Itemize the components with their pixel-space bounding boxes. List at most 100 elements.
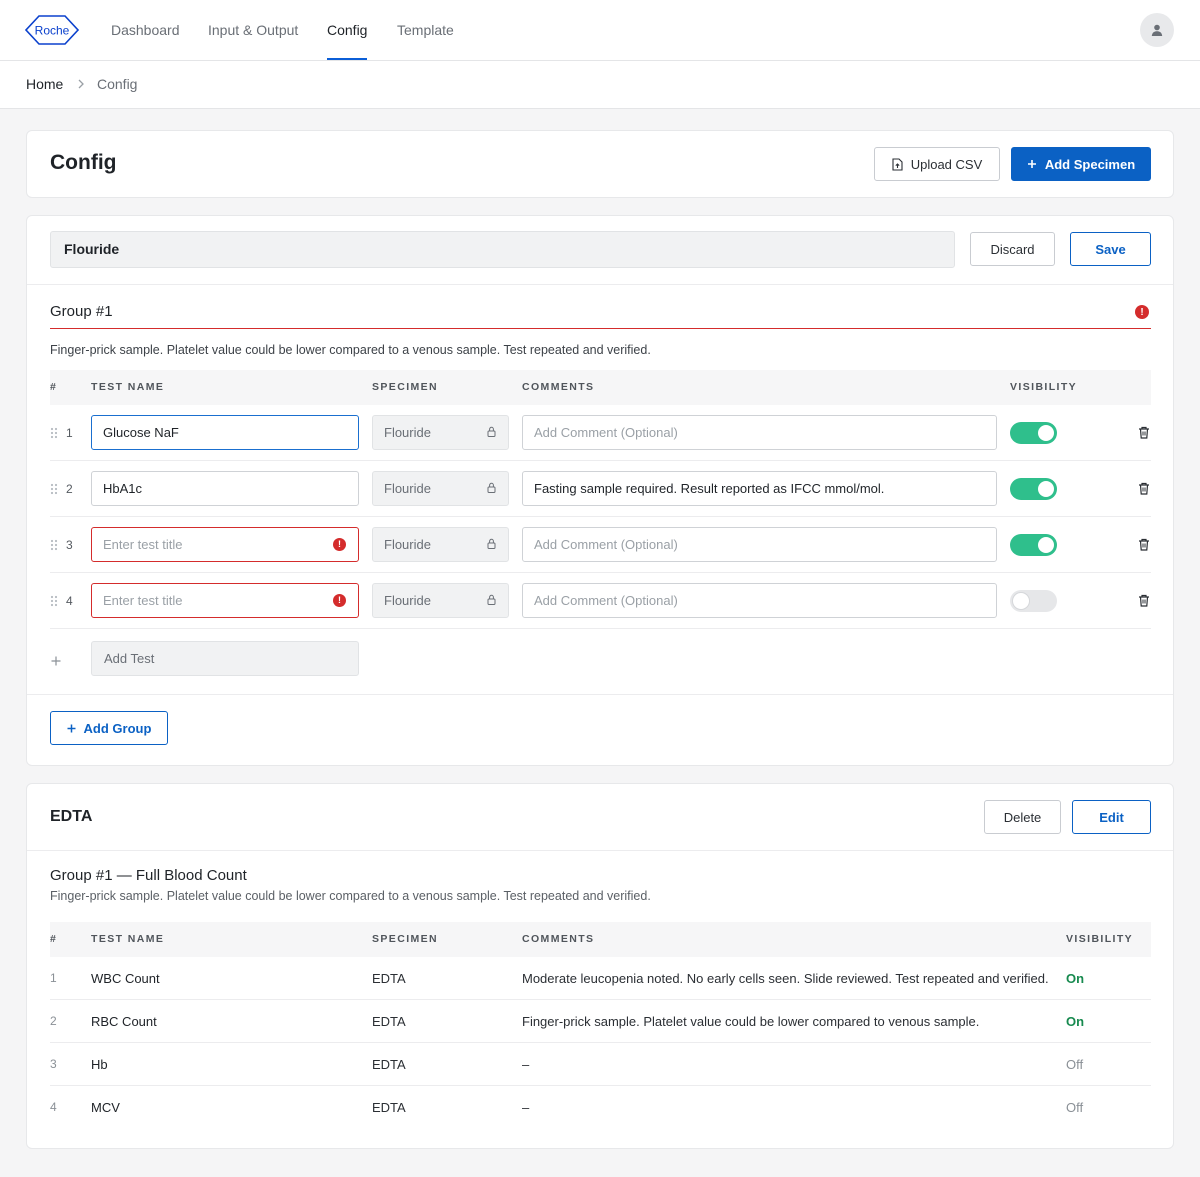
- group-description: Finger-prick sample. Platelet value coul…: [50, 889, 651, 903]
- roche-logo[interactable]: Roche: [25, 15, 79, 45]
- trash-icon[interactable]: [1138, 538, 1150, 551]
- specimen-field: Flouride: [372, 471, 509, 506]
- group-title: Group #1 — Full Blood Count: [50, 867, 247, 884]
- test-name-placeholder: Enter test title: [103, 593, 183, 608]
- user-icon: [1151, 24, 1163, 36]
- specimen-name-input[interactable]: Flouride: [50, 231, 955, 268]
- save-button[interactable]: Save: [1070, 232, 1151, 266]
- table-row: 3 Enter test title ! Flouride Add Commen…: [50, 517, 1151, 573]
- add-specimen-button[interactable]: Add Specimen: [1011, 147, 1151, 181]
- comment-input[interactable]: Add Comment (Optional): [522, 583, 997, 618]
- table-header: # TEST NAME SPECIMEN COMMENTS VISIBILITY: [50, 370, 1151, 405]
- lock-icon: [487, 426, 496, 437]
- col-test-name: TEST NAME: [91, 381, 165, 393]
- add-group-button[interactable]: Add Group: [50, 711, 168, 745]
- delete-button[interactable]: Delete: [984, 800, 1061, 834]
- tab-input-output[interactable]: Input & Output: [208, 0, 298, 60]
- col-comments: COMMENTS: [522, 933, 595, 945]
- divider: [27, 850, 1173, 851]
- visibility-toggle[interactable]: [1010, 590, 1057, 612]
- plus-icon: [67, 724, 76, 733]
- lock-icon: [487, 538, 496, 549]
- table-row: 3 Hb EDTA – Off: [50, 1043, 1151, 1086]
- group-title: Group #1: [50, 303, 113, 320]
- specimen-field: Flouride: [372, 583, 509, 618]
- visibility-toggle[interactable]: [1010, 478, 1057, 500]
- error-icon: !: [333, 538, 346, 551]
- specimen-title: EDTA: [50, 808, 93, 825]
- visibility-toggle[interactable]: [1010, 534, 1057, 556]
- row-number: 1: [66, 426, 73, 440]
- edit-button[interactable]: Edit: [1072, 800, 1151, 834]
- drag-handle-icon[interactable]: [50, 539, 58, 551]
- specimen-view-card: EDTA Delete Edit Group #1 — Full Blood C…: [26, 783, 1174, 1149]
- row-number: 4: [66, 594, 73, 608]
- specimen-value: EDTA: [372, 1057, 406, 1072]
- error-icon: !: [333, 594, 346, 607]
- col-test-name: TEST NAME: [91, 933, 165, 945]
- visibility-toggle[interactable]: [1010, 422, 1057, 444]
- comment-text: –: [522, 1100, 530, 1115]
- specimen-field: Flouride: [372, 415, 509, 450]
- toggle-knob: [1013, 593, 1029, 609]
- upload-csv-label: Upload CSV: [910, 156, 983, 172]
- page-title: Config: [50, 151, 117, 174]
- plus-icon[interactable]: [51, 656, 61, 666]
- row-number: 1: [50, 971, 57, 985]
- drag-handle-icon[interactable]: [50, 483, 58, 495]
- drag-handle-icon[interactable]: [50, 595, 58, 607]
- group-error-underline: [50, 328, 1151, 329]
- specimen-value: Flouride: [384, 537, 431, 552]
- comment-text: Moderate leucopenia noted. No early cell…: [522, 971, 1049, 986]
- avatar[interactable]: [1140, 13, 1174, 47]
- svg-text:Roche: Roche: [35, 24, 70, 38]
- test-name-input[interactable]: Enter test title !: [91, 583, 359, 618]
- trash-icon[interactable]: [1138, 482, 1150, 495]
- col-specimen: SPECIMEN: [372, 933, 439, 945]
- specimen-value: Flouride: [384, 425, 431, 440]
- chevron-right-icon: [78, 79, 84, 89]
- specimen-value: EDTA: [372, 1100, 406, 1115]
- group-description: Finger-prick sample. Platelet value coul…: [50, 343, 651, 357]
- add-test-input[interactable]: Add Test: [91, 641, 359, 676]
- col-visibility: VISIBILITY: [1066, 933, 1134, 945]
- row-number: 2: [66, 482, 73, 496]
- col-num: #: [50, 933, 58, 945]
- comment-input[interactable]: Fasting sample required. Result reported…: [522, 471, 997, 506]
- trash-icon[interactable]: [1138, 594, 1150, 607]
- col-specimen: SPECIMEN: [372, 381, 439, 393]
- comment-input[interactable]: Add Comment (Optional): [522, 527, 997, 562]
- test-name-placeholder: Enter test title: [103, 537, 183, 552]
- comment-input[interactable]: Add Comment (Optional): [522, 415, 997, 450]
- test-name: Hb: [91, 1057, 108, 1072]
- table-row: 1 WBC Count EDTA Moderate leucopenia not…: [50, 957, 1151, 1000]
- lock-icon: [487, 594, 496, 605]
- tab-dashboard[interactable]: Dashboard: [111, 0, 180, 60]
- breadcrumb-current: Config: [97, 76, 138, 92]
- table-row: 2 RBC Count EDTA Finger-prick sample. Pl…: [50, 1000, 1151, 1043]
- discard-button[interactable]: Discard: [970, 232, 1055, 266]
- tab-config[interactable]: Config: [327, 0, 368, 60]
- tab-template[interactable]: Template: [397, 0, 454, 60]
- table-row: 4 Enter test title ! Flouride Add Commen…: [50, 573, 1151, 629]
- comment-text: –: [522, 1057, 530, 1072]
- row-number: 4: [50, 1100, 57, 1114]
- test-name-input[interactable]: Glucose NaF: [91, 415, 359, 450]
- drag-handle-icon[interactable]: [50, 427, 58, 439]
- lock-icon: [487, 482, 496, 493]
- toggle-knob: [1038, 425, 1054, 441]
- trash-icon[interactable]: [1138, 426, 1150, 439]
- specimen-field: Flouride: [372, 527, 509, 562]
- col-comments: COMMENTS: [522, 381, 595, 393]
- row-number: 3: [50, 1057, 57, 1071]
- test-name: WBC Count: [91, 971, 160, 986]
- test-name: RBC Count: [91, 1014, 157, 1029]
- specimen-value: EDTA: [372, 1014, 406, 1029]
- row-number: 3: [66, 538, 73, 552]
- test-name-input[interactable]: HbA1c: [91, 471, 359, 506]
- add-group-label: Add Group: [83, 720, 152, 736]
- test-name-input[interactable]: Enter test title !: [91, 527, 359, 562]
- breadcrumb-home[interactable]: Home: [26, 76, 63, 92]
- visibility-status: Off: [1066, 1057, 1084, 1072]
- upload-csv-button[interactable]: Upload CSV: [874, 147, 1000, 181]
